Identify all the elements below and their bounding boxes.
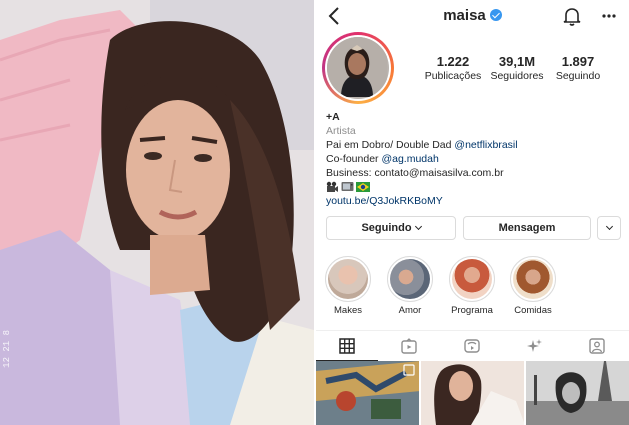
more-options-button[interactable] — [598, 5, 620, 27]
tv-emoji — [341, 182, 354, 191]
posts-grid — [316, 361, 629, 425]
category-label: Artista — [326, 125, 356, 137]
bell-icon — [563, 8, 581, 26]
posts-label: Publicações — [424, 70, 482, 82]
highlight-cover — [452, 259, 492, 299]
mention-ag-mudah[interactable]: @ag.mudah — [381, 153, 438, 165]
notifications-button[interactable] — [561, 5, 583, 27]
post-thumbnail — [526, 361, 629, 425]
story-highlight-comidas[interactable]: Comidas — [507, 256, 559, 316]
bio-emoji-row — [326, 180, 621, 194]
highlight-label: Makes — [334, 305, 362, 316]
chevron-down-icon — [605, 222, 613, 231]
highlight-cover — [390, 259, 430, 299]
more-dots-icon — [602, 14, 616, 18]
profile-photo: 12 21 8 — [0, 0, 314, 425]
mention-netflixbrasil[interactable]: @netflixbrasil — [454, 139, 517, 151]
chevron-down-icon — [414, 222, 422, 231]
highlight-label: Comidas — [514, 305, 552, 316]
grid-post[interactable] — [421, 361, 524, 425]
followers-stat[interactable]: 39,1M Seguidores — [484, 54, 550, 82]
tab-posts-grid[interactable] — [316, 331, 378, 362]
grid-icon — [339, 338, 355, 354]
story-highlight-amor[interactable]: Amor — [384, 256, 436, 316]
photo-date-watermark: 12 21 8 — [2, 330, 12, 368]
story-highlight-programa[interactable]: Programa — [446, 256, 498, 316]
tab-reels[interactable] — [441, 331, 503, 361]
top-bar: maisa — [316, 0, 629, 34]
bio-website-link[interactable]: youtu.be/Q3JokRKBoMY — [326, 194, 621, 208]
story-highlight-makes[interactable]: Makes — [322, 256, 374, 316]
grid-post[interactable] — [316, 361, 419, 425]
bio-line-2-text: Co-founder — [326, 153, 382, 165]
movie-camera-emoji — [326, 181, 338, 192]
avatar[interactable] — [322, 32, 394, 104]
following-stat[interactable]: 1.897 Seguindo — [548, 54, 608, 82]
suggested-accounts-button[interactable] — [597, 216, 621, 240]
tab-igtv[interactable] — [378, 331, 440, 361]
highlight-cover — [513, 259, 553, 299]
highlight-label: Programa — [451, 305, 493, 316]
bio: +A Artista Pai em Dobro/ Double Dad @net… — [326, 110, 621, 208]
followers-count: 39,1M — [498, 54, 536, 69]
grid-post[interactable] — [526, 361, 629, 425]
avatar-image — [327, 37, 389, 99]
bio-line-1: Pai em Dobro/ Double Dad @netflixbrasil — [326, 138, 621, 152]
following-button-label: Seguindo — [361, 222, 412, 234]
username: maisa — [443, 7, 486, 24]
profile-panel: maisa 1.222 Publicações 39,1M Seguidores… — [316, 0, 629, 425]
bio-business-email: Business: contato@maisasilva.com.br — [326, 167, 504, 179]
brazil-flag-emoji — [356, 182, 370, 192]
tab-effects[interactable] — [504, 331, 566, 361]
message-button-label: Mensagem — [498, 222, 556, 234]
tagged-icon — [589, 338, 605, 354]
tab-tagged[interactable] — [566, 331, 628, 361]
display-name: +A — [326, 111, 340, 123]
followers-label: Seguidores — [490, 70, 544, 82]
posts-stat: 1.222 Publicações — [420, 54, 486, 82]
highlight-cover — [328, 259, 368, 299]
posts-count: 1.222 — [436, 54, 470, 69]
message-button[interactable]: Mensagem — [463, 216, 591, 240]
effects-icon — [527, 339, 542, 352]
following-count: 1.897 — [561, 54, 595, 69]
reels-icon — [464, 339, 480, 353]
post-thumbnail — [421, 361, 524, 425]
following-button[interactable]: Seguindo — [326, 216, 456, 240]
highlight-label: Amor — [398, 305, 422, 316]
post-thumbnail — [316, 361, 419, 425]
avatar-portrait — [327, 37, 387, 97]
bio-line-2: Co-founder @ag.mudah — [326, 152, 621, 166]
photo-illustration — [0, 0, 314, 425]
verified-badge-icon — [489, 9, 502, 21]
igtv-icon — [401, 338, 417, 354]
bio-line-1-text: Pai em Dobro/ Double Dad — [326, 139, 455, 151]
profile-tabs — [316, 330, 629, 362]
following-label: Seguindo — [555, 70, 601, 82]
